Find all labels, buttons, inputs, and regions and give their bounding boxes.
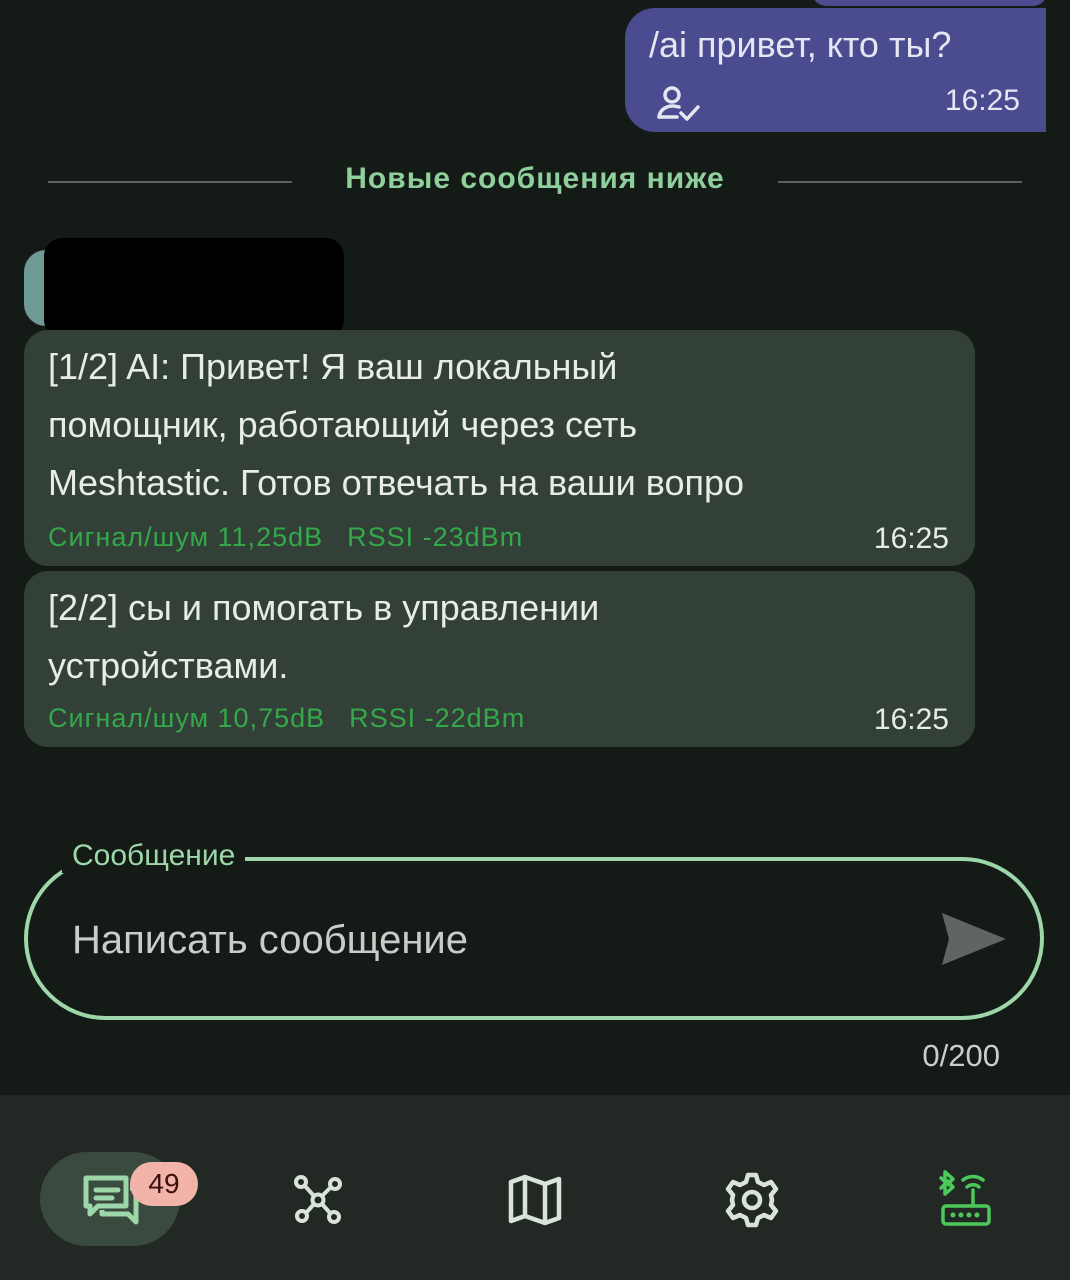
- incoming-message-bubble[interactable]: [2/2] сы и помогать в управлении устройс…: [24, 571, 975, 747]
- message-text-line: устройствами.: [48, 645, 289, 686]
- incoming-message-time: 16:25: [873, 522, 949, 555]
- bottom-navigation: 49: [0, 1095, 1070, 1280]
- signal-info: Сигнал/шум 11,25dB RSSI -23dBm: [48, 522, 523, 553]
- nodes-icon: [294, 1175, 342, 1224]
- message-list[interactable]: /ai привет, кто ты? 16:25 Новые сообщени…: [0, 0, 1070, 1095]
- character-counter: 0/200: [922, 1038, 1000, 1073]
- message-text-line: [2/2] сы и помогать в управлении: [48, 587, 600, 628]
- new-messages-label: Новые сообщения ниже: [345, 162, 725, 195]
- rssi-value: RSSI -22dBm: [349, 703, 526, 733]
- message-text-line: помощник, работающий через сеть: [48, 404, 638, 445]
- snr-value: Сигнал/шум 11,25dB: [48, 522, 324, 552]
- outgoing-message-time: 16:25: [944, 84, 1020, 117]
- send-icon[interactable]: [940, 909, 1008, 969]
- previous-message-bubble[interactable]: [812, 0, 1047, 6]
- message-input[interactable]: [70, 907, 934, 973]
- message-text-line: [1/2] AI: Привет! Я ваш локальный: [48, 346, 618, 387]
- rssi-value: RSSI -23dBm: [347, 522, 524, 552]
- divider-line: [778, 181, 1022, 183]
- message-text-line: Meshtastic. Готов отвечать на ваши вопро: [48, 462, 745, 503]
- outgoing-message-text: /ai привет, кто ты?: [649, 24, 952, 65]
- message-composer: Сообщение: [24, 839, 1044, 1020]
- redacted-sender-name: [44, 238, 344, 338]
- person-check-icon: [657, 86, 700, 121]
- nav-item-map[interactable]: [465, 1152, 605, 1246]
- snr-value: Сигнал/шум 10,75dB: [48, 703, 326, 733]
- bluetooth-router-icon: [939, 1170, 991, 1226]
- nav-item-messages[interactable]: 49: [40, 1152, 198, 1246]
- outgoing-message-bubble[interactable]: /ai привет, кто ты? 16:25: [625, 8, 1046, 132]
- composer-label: Сообщение: [62, 839, 246, 873]
- nav-item-settings[interactable]: [682, 1152, 822, 1246]
- incoming-message-time: 16:25: [873, 703, 949, 736]
- nav-item-connection[interactable]: [895, 1152, 1035, 1246]
- gear-icon: [725, 1172, 779, 1228]
- new-messages-divider: Новые сообщения ниже: [48, 156, 1022, 208]
- incoming-message-bubble[interactable]: [1/2] AI: Привет! Я ваш локальный помощн…: [24, 330, 975, 566]
- map-icon: [508, 1174, 562, 1226]
- signal-info: Сигнал/шум 10,75dB RSSI -22dBm: [48, 703, 525, 734]
- unread-badge: 49: [130, 1162, 198, 1206]
- nav-item-nodes[interactable]: [248, 1152, 388, 1246]
